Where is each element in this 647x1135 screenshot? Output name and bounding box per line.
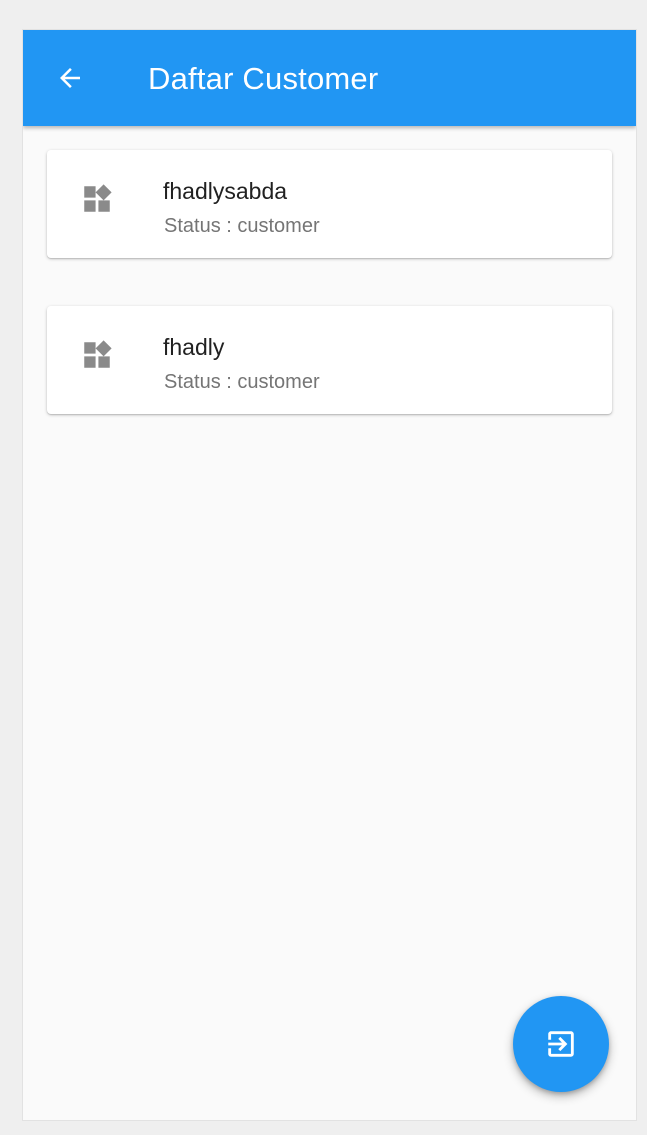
customer-card[interactable]: fhadly Status : customer [47,306,612,414]
customer-list: fhadlysabda Status : customer fhadly Sta… [47,150,612,462]
widgets-icon [84,184,112,212]
arrow-back-icon [60,68,80,88]
back-button[interactable] [49,57,91,99]
app-bar: Daftar Customer [23,30,636,126]
exit-fab-button[interactable] [513,996,609,1092]
page-title: Daftar Customer [148,61,379,96]
widgets-icon [84,340,112,368]
customer-card[interactable]: fhadlysabda Status : customer [47,150,612,258]
customer-status: Status : customer [164,371,320,393]
screen: Daftar Customer fhadlysabda Status : cus… [23,30,636,1120]
customer-status: Status : customer [164,215,320,237]
exit-to-app-icon [548,1031,574,1057]
customer-name: fhadly [163,334,225,360]
customer-name: fhadlysabda [163,178,288,204]
